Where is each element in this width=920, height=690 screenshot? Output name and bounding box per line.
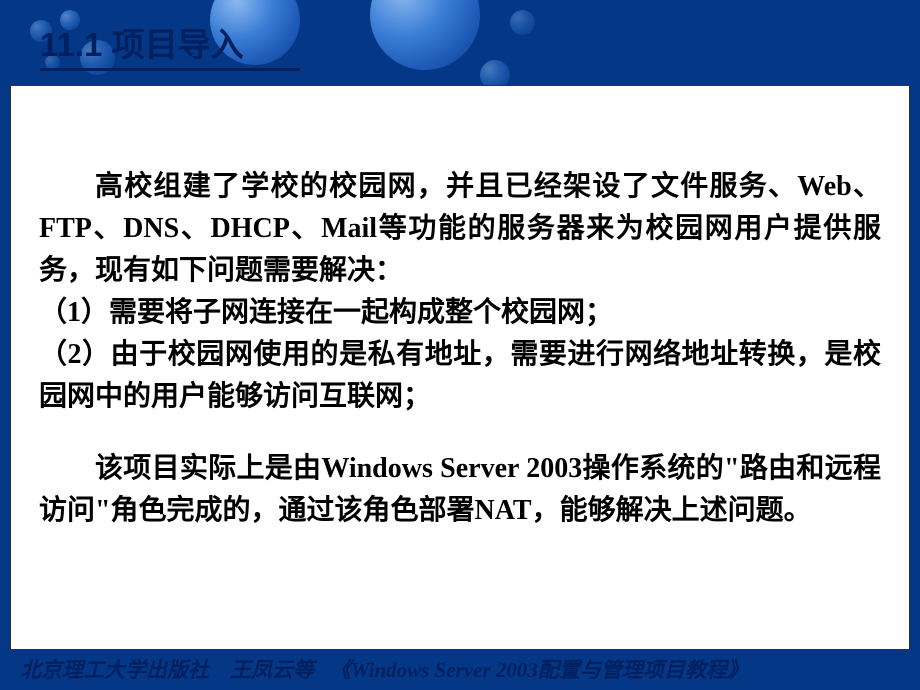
paragraph-intro: 高校组建了学校的校园网，并且已经架设了文件服务、Web、FTP、DNS、DHCP… — [39, 166, 881, 292]
section-title: 项目导入 — [112, 26, 244, 63]
section-heading: 11.1 项目导入 — [40, 18, 300, 66]
slide-content: 高校组建了学校的校园网，并且已经架设了文件服务、Web、FTP、DNS、DHCP… — [10, 85, 910, 650]
list-item-2: （2）由于校园网使用的是私有地址，需要进行网络地址转换，是校园网中的用户能够访问… — [39, 334, 881, 418]
heading-underline — [40, 68, 300, 71]
paragraph-conclusion: 该项目实际上是由Windows Server 2003操作系统的"路由和远程访问… — [39, 448, 881, 532]
paragraph-spacer — [39, 418, 881, 448]
slide-footer: 北京理工大学出版社 王凤云等 《Windows Server 2003配置与管理… — [20, 654, 900, 684]
decorative-bubble — [370, 0, 480, 70]
decorative-bubble — [510, 10, 535, 35]
section-number: 11.1 — [40, 26, 102, 63]
footer-author: 王凤云等 — [230, 658, 314, 682]
slide-header: 11.1 项目导入 — [40, 18, 300, 71]
footer-publisher: 北京理工大学出版社 — [20, 658, 209, 682]
footer-book-title: 《Windows Server 2003配置与管理项目教程》 — [330, 658, 748, 682]
list-item-1: （1）需要将子网连接在一起构成整个校园网； — [39, 292, 881, 334]
